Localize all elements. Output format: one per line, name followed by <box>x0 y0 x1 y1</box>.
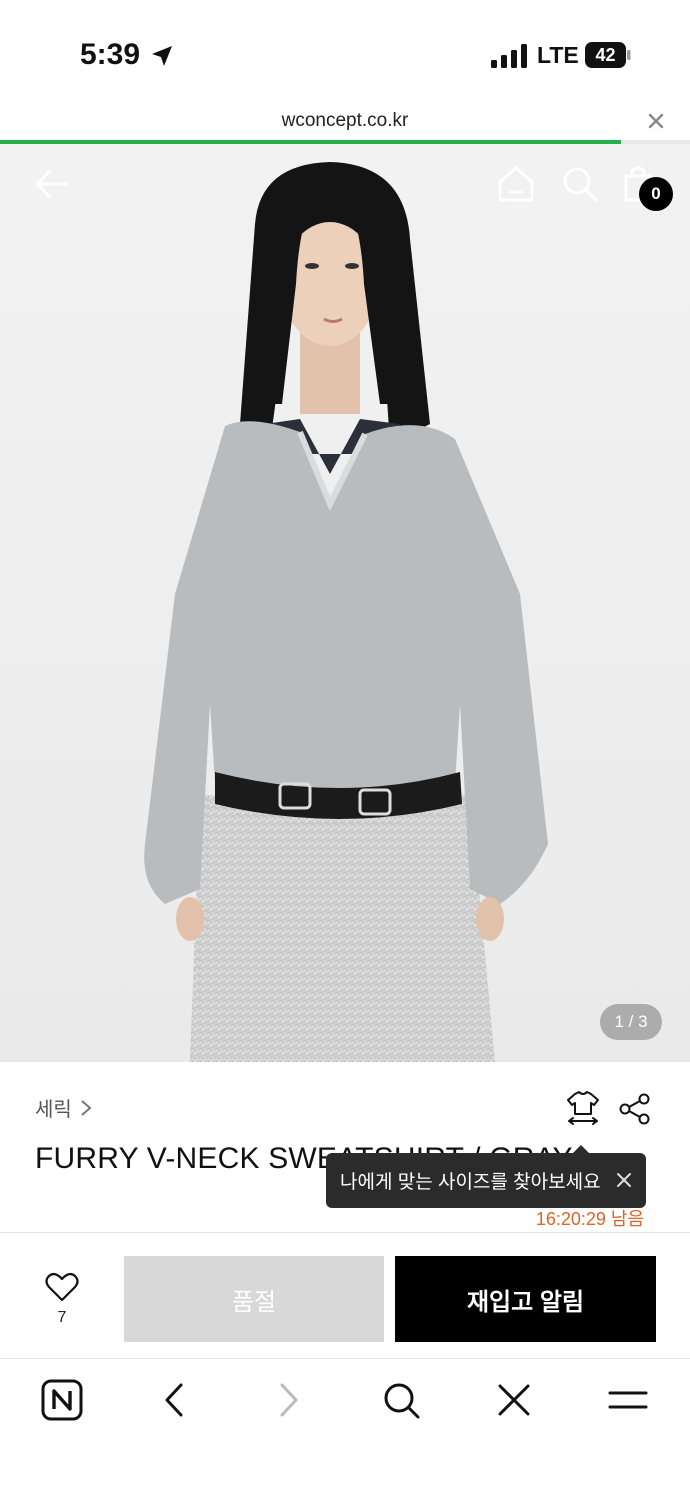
chevron-right-icon[interactable] <box>266 1378 310 1422</box>
close-icon[interactable] <box>492 1378 536 1422</box>
home-icon[interactable] <box>494 162 538 206</box>
product-photo <box>0 144 690 1062</box>
status-time: 5:39 <box>80 38 141 71</box>
arrow-left-icon[interactable] <box>30 162 74 206</box>
sale-timer: 16:20:29 남음 <box>535 1209 644 1229</box>
brand-name[interactable]: 세릭 <box>35 1093 72 1122</box>
share-icon[interactable] <box>618 1092 652 1126</box>
size-tooltip: 나에게 맞는 사이즈를 찾아보세요 <box>326 1153 646 1208</box>
image-pager: 1 / 3 <box>600 1004 662 1040</box>
like-count: 7 <box>57 1309 67 1326</box>
chevron-left-icon[interactable] <box>153 1378 197 1422</box>
url-bar[interactable]: wconcept.co.kr <box>0 100 690 142</box>
cellular-signal-icon <box>491 44 527 68</box>
battery-icon: 42 <box>585 42 631 68</box>
browser-toolbar <box>0 1360 690 1440</box>
divider <box>0 1358 690 1359</box>
search-icon[interactable] <box>379 1378 423 1422</box>
close-icon[interactable] <box>614 1170 634 1190</box>
cart-count-badge: 0 <box>639 177 673 211</box>
size-guide-icon[interactable] <box>565 1090 601 1126</box>
location-arrow-icon <box>152 46 172 66</box>
close-icon[interactable] <box>645 110 667 132</box>
network-type: LTE <box>537 42 579 68</box>
tooltip-text: 나에게 맞는 사이즈를 찾아보세요 <box>340 1172 601 1193</box>
heart-icon[interactable] <box>45 1272 79 1302</box>
like-button[interactable]: 7 <box>40 1272 84 1332</box>
status-bar: 5:39 LTE 42 <box>0 0 690 100</box>
product-image-gallery[interactable]: 0 1 / 3 <box>0 144 690 1062</box>
menu-icon[interactable] <box>606 1378 650 1422</box>
brand-link[interactable]: 세릭 <box>35 1093 92 1122</box>
divider <box>0 1232 690 1233</box>
search-icon[interactable] <box>558 162 602 206</box>
restock-alert-button[interactable]: 재입고 알림 <box>395 1256 656 1342</box>
chevron-right-icon <box>81 1099 92 1116</box>
naver-n-icon[interactable] <box>40 1378 84 1422</box>
battery-level: 42 <box>595 44 616 65</box>
url-text[interactable]: wconcept.co.kr <box>0 110 690 132</box>
soldout-button[interactable]: 품절 <box>124 1256 384 1342</box>
